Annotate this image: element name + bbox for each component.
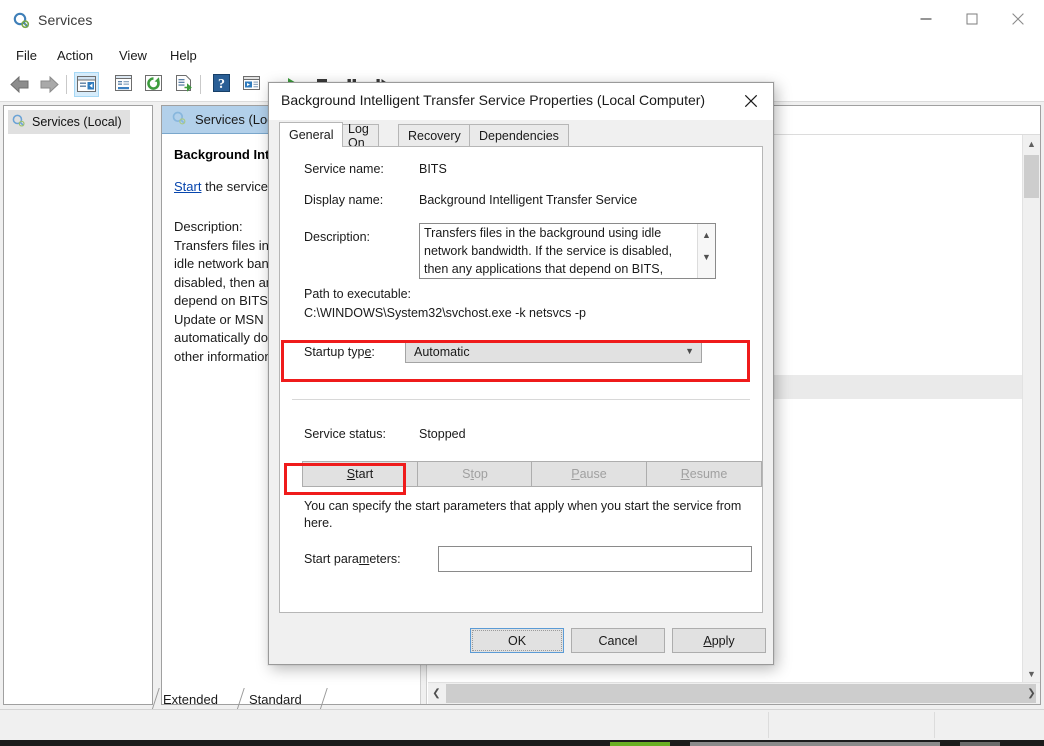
tree-item-label: Services (Local)	[32, 115, 122, 129]
start-button[interactable]: Start	[302, 461, 418, 487]
tab-extended[interactable]: Extended	[163, 688, 218, 711]
window-title: Services	[38, 12, 93, 28]
dialog-general-panel: Service name: BITS Display name: Backgro…	[279, 146, 763, 613]
tab-log-on[interactable]: Log On	[338, 122, 379, 150]
startup-type-label: Startup type:	[304, 345, 375, 359]
chevron-down-icon: ▼	[685, 346, 694, 356]
window-titlebar: Services	[0, 0, 1044, 41]
stop-button: Stop	[417, 461, 533, 487]
status-bar	[0, 709, 1044, 740]
chevron-up-icon[interactable]: ▲	[1023, 135, 1040, 152]
menu-view[interactable]: View	[112, 46, 154, 65]
startup-type-value: Automatic	[414, 345, 470, 359]
tab-general[interactable]: General	[279, 122, 344, 147]
start-service-link[interactable]: Start	[174, 179, 201, 194]
status-separator-2	[934, 712, 935, 738]
panel-divider	[292, 399, 750, 400]
description-scrollbar[interactable]: ▲ ▼	[697, 224, 715, 278]
path-to-executable-value: C:\WINDOWS\System32\svchost.exe -k netsv…	[304, 306, 587, 320]
toolbar-separator-1	[66, 75, 67, 94]
hscrollbar-thumb[interactable]	[446, 684, 1036, 703]
tree-item-services-local[interactable]: Services (Local)	[8, 110, 130, 134]
menu-bar: File Action View Help	[0, 41, 1044, 69]
resume-button: Resume	[646, 461, 762, 487]
pause-button: Pause	[531, 461, 647, 487]
close-button[interactable]	[995, 0, 1041, 38]
taskbar-accent-3	[960, 742, 1000, 746]
svg-text:?: ?	[218, 77, 225, 92]
display-name-value: Background Intelligent Transfer Service	[419, 193, 638, 207]
path-to-executable-label: Path to executable:	[304, 287, 412, 301]
chevron-left-icon[interactable]: ❮	[428, 683, 445, 704]
tab-standard[interactable]: Standard	[249, 688, 302, 711]
description-textbox[interactable]: Transfers files in the background using …	[419, 223, 716, 279]
console-tree-pane: Services (Local)	[3, 105, 153, 705]
service-name-value: BITS	[419, 162, 447, 176]
status-separator-1	[768, 712, 769, 738]
taskbar-accent-2	[690, 742, 940, 746]
list-vertical-scrollbar[interactable]: ▲ ▼	[1022, 135, 1040, 682]
toolbar-separator-2	[200, 75, 201, 94]
menu-action[interactable]: Action	[50, 46, 100, 65]
minimize-button[interactable]	[903, 0, 949, 38]
chevron-right-icon[interactable]: ❯	[1023, 683, 1040, 704]
refresh-icon[interactable]	[142, 72, 167, 97]
start-parameters-input[interactable]	[438, 546, 752, 572]
services-window: Services File Action View Help ? Service…	[0, 0, 1044, 746]
dialog-title: Background Intelligent Transfer Service …	[281, 92, 706, 108]
taskbar-accent-1	[610, 742, 670, 746]
menu-help[interactable]: Help	[163, 46, 204, 65]
details-action-suffix: the service	[201, 179, 268, 194]
start-parameters-help: You can specify the start parameters tha…	[304, 499, 742, 530]
startup-type-combobox[interactable]: Automatic ▼	[405, 341, 702, 363]
service-properties-dialog: Background Intelligent Transfer Service …	[268, 82, 774, 665]
chevron-up-icon[interactable]: ▲	[698, 226, 715, 243]
display-name-label: Display name:	[304, 193, 384, 207]
cancel-button[interactable]: Cancel	[571, 628, 665, 653]
show-hide-console-tree-icon[interactable]	[74, 72, 99, 97]
apply-button[interactable]: Apply	[672, 628, 766, 653]
maximize-button[interactable]	[949, 0, 995, 38]
dialog-titlebar: Background Intelligent Transfer Service …	[269, 83, 773, 120]
tab-recovery[interactable]: Recovery	[398, 124, 471, 147]
close-icon	[744, 94, 758, 108]
services-gear-icon	[13, 12, 31, 30]
list-horizontal-scrollbar[interactable]: ❮ ❯	[428, 682, 1040, 704]
service-status-value: Stopped	[419, 427, 466, 441]
menu-file[interactable]: File	[9, 46, 44, 65]
scrollbar-thumb[interactable]	[1024, 155, 1039, 198]
start-parameters-label: Start parameters:	[304, 552, 401, 566]
help-icon[interactable]: ?	[210, 72, 235, 97]
back-icon[interactable]	[8, 72, 33, 97]
chevron-down-icon[interactable]: ▼	[1023, 665, 1040, 682]
service-name-label: Service name:	[304, 162, 384, 176]
services-gear-icon	[12, 114, 26, 131]
dialog-close-button[interactable]	[729, 83, 773, 119]
tab-dependencies[interactable]: Dependencies	[469, 124, 569, 147]
show-action-pane-icon[interactable]	[240, 72, 265, 97]
properties-icon[interactable]	[112, 72, 137, 97]
chevron-down-icon[interactable]: ▼	[698, 248, 715, 265]
service-status-label: Service status:	[304, 427, 386, 441]
screen-bottom-strip	[0, 740, 1044, 746]
export-list-icon[interactable]	[172, 72, 197, 97]
services-gear-icon	[172, 111, 187, 129]
ok-button[interactable]: OK	[470, 628, 564, 653]
description-text: Transfers files in the background using …	[424, 226, 673, 276]
forward-icon[interactable]	[36, 72, 61, 97]
